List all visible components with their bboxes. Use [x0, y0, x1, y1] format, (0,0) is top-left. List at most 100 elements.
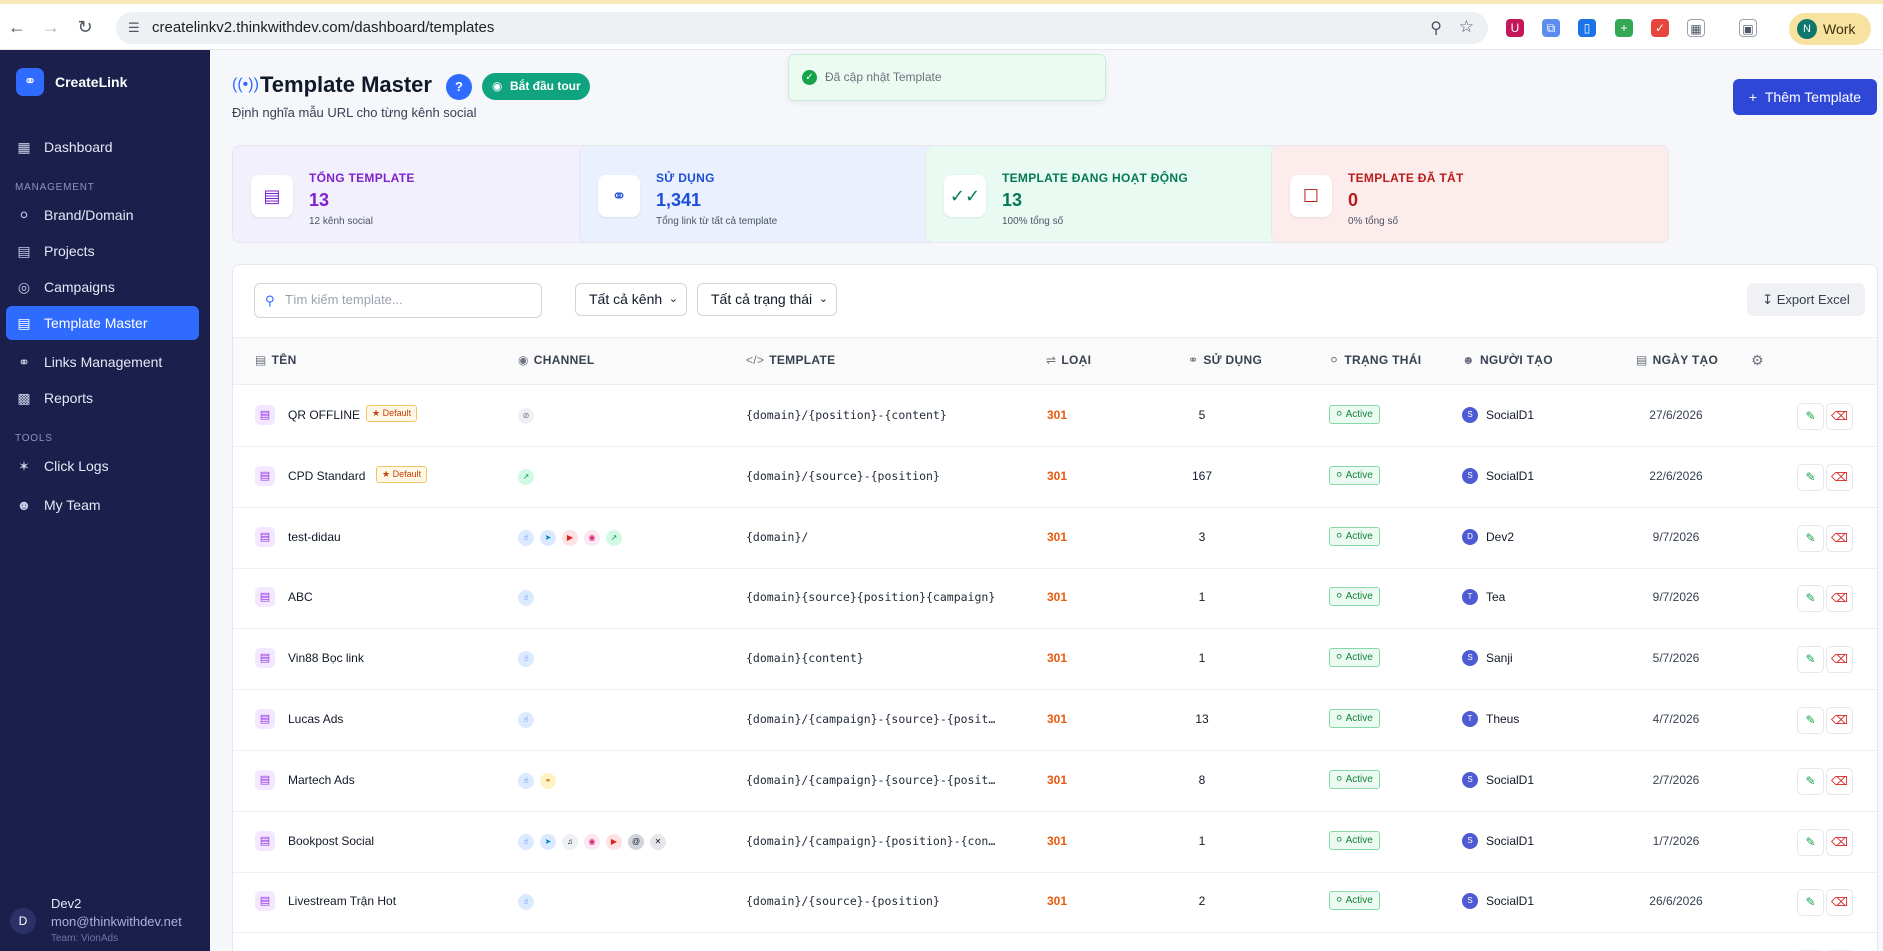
redirect-type: 301 — [1047, 529, 1068, 544]
column-header-created-date[interactable]: ▤ NGÀY TẠO — [1636, 353, 1718, 367]
start-tour-button[interactable]: ◉ Bắt đầu tour — [482, 73, 590, 100]
profile-chip[interactable]: N Work — [1789, 13, 1871, 45]
template-name[interactable]: Martech Ads — [288, 773, 355, 787]
column-header-type[interactable]: ⇌ LOẠI — [1046, 353, 1091, 367]
edit-button[interactable]: ✎ — [1797, 828, 1824, 856]
table-row[interactable]: ▤ CPD Standard ★ Default ↗ {domain}/{source}… — [233, 447, 1877, 508]
add-template-button[interactable]: + Thêm Template — [1733, 79, 1877, 115]
search-input[interactable] — [285, 292, 535, 307]
edit-button[interactable]: ✎ — [1797, 889, 1824, 917]
url-text[interactable]: createlinkv2.thinkwithdev.com/dashboard/… — [152, 19, 494, 36]
user-profile[interactable]: D Dev2 mon@thinkwithdev.net Team: VionAd… — [0, 888, 210, 951]
delete-button[interactable]: ⌫ — [1826, 707, 1853, 734]
table-row[interactable]: ▤ Bookpost Social ☝ ➤ ♫ ◉ ▶ @ ✕ {domain}/{campaig… — [233, 812, 1877, 873]
sidebar-item-brand-domain[interactable]: ⚪ Brand/Domain — [6, 198, 199, 232]
template-name[interactable]: Lucas Ads — [288, 712, 343, 726]
site-settings-icon[interactable]: ☰ — [128, 20, 144, 36]
delete-button[interactable]: ⌫ — [1826, 828, 1853, 856]
column-header-creator[interactable]: ☻ NGƯỜI TẠO — [1462, 353, 1553, 367]
status-label: Active — [1345, 895, 1373, 907]
created-date: 27/6/2026 — [1649, 408, 1703, 422]
sidebar-item-template-master[interactable]: ▤ Template Master — [6, 306, 199, 340]
column-header-channel[interactable]: ◉ CHANNEL — [518, 353, 595, 367]
edit-button[interactable]: ✎ — [1797, 767, 1824, 795]
bookmark-star-icon[interactable]: ☆ — [1459, 17, 1474, 37]
edit-button[interactable]: ✎ — [1797, 524, 1824, 552]
template-name[interactable]: CPD Standard — [288, 469, 365, 483]
delete-button[interactable]: ⌫ — [1826, 403, 1853, 430]
pencil-icon: ✎ — [1805, 713, 1816, 727]
channel-filter-select[interactable]: Tất cả kênh ⌄ — [575, 283, 687, 316]
reload-icon[interactable]: ↻ — [74, 16, 96, 38]
extension-plus-icon[interactable]: + — [1615, 19, 1633, 37]
table-row[interactable]: ▤ Lucas Ads ☝ {domain}/{campaign}-{source}-… — [233, 690, 1877, 751]
usage-count: 1 — [1198, 833, 1206, 848]
column-label: LOẠI — [1061, 353, 1092, 367]
zoom-icon[interactable]: ⚲ — [1430, 18, 1442, 38]
table-row[interactable]: ▤social inhouse☝➤♫✕◉▶@{domain}/{source}-… — [233, 933, 1877, 951]
column-header-name[interactable]: ▤ TÊN — [255, 353, 297, 367]
template-name[interactable]: QR OFFLINE — [288, 408, 360, 422]
delete-button[interactable]: ⌫ — [1826, 646, 1853, 674]
edit-button[interactable]: ✎ — [1797, 707, 1824, 734]
extension-shield-icon[interactable]: U — [1506, 19, 1524, 37]
template-name[interactable]: Bookpost Social — [288, 834, 374, 848]
delete-button[interactable]: ⌫ — [1826, 767, 1853, 795]
youtube-icon: ▶ — [606, 833, 622, 850]
table-row[interactable]: ▤ Livestream Trận Hot ☝ {domain}/{source}-{… — [233, 872, 1877, 934]
column-label: NGÀY TẠO — [1652, 353, 1719, 367]
table-row[interactable]: ▤ ABC ☝ {domain}{source}{position}{campaign… — [233, 568, 1877, 630]
sidebar-item-projects[interactable]: ▤ Projects — [6, 234, 199, 268]
search-box[interactable]: ⚲ — [254, 283, 542, 318]
delete-button[interactable]: ⌫ — [1826, 585, 1853, 613]
delete-button[interactable]: ⌫ — [1826, 889, 1853, 917]
sidebar-item-click-logs[interactable]: ✶ Click Logs — [6, 449, 199, 483]
extension-phone-icon[interactable]: ▯ — [1578, 19, 1596, 37]
column-header-template[interactable]: </> TEMPLATE — [746, 353, 835, 367]
export-excel-button[interactable]: ↧ Export Excel — [1747, 283, 1865, 316]
stat-label: SỬ DỤNG — [656, 171, 715, 185]
thumbs-up-icon: ☝ — [518, 712, 534, 728]
column-header-status[interactable]: ⚪ TRẠNG THÁI — [1329, 353, 1421, 367]
sidebar-item-dashboard[interactable]: ▦ Dashboard — [6, 130, 199, 164]
edit-button[interactable]: ✎ — [1797, 403, 1824, 430]
status-label: Active — [1345, 469, 1373, 481]
delete-button[interactable]: ⌫ — [1826, 524, 1853, 552]
sidebar-item-reports[interactable]: ▩ Reports — [6, 381, 199, 415]
extension-copy-icon[interactable]: ⧉ — [1542, 19, 1560, 37]
template-name[interactable]: ABC — [288, 590, 313, 604]
back-icon[interactable]: ← — [6, 16, 28, 38]
address-bar[interactable]: ☰ createlinkv2.thinkwithdev.com/dashboar… — [116, 12, 1488, 44]
table-row[interactable]: ▤ Vin88 Bọc link ☝ {domain}{content} 301 1 ⚪ A… — [233, 629, 1877, 691]
table-row[interactable]: ▤ test-didau ☝ ➤ ▶ ◉ ↗ {domain}/ 301 3 ⚪ Active D De… — [233, 508, 1877, 569]
table-row[interactable]: ▤ QR OFFLINE ★ Default ⊘ {domain}/{position}… — [233, 386, 1877, 447]
stat-subtext: 12 kênh social — [309, 216, 373, 227]
help-button[interactable]: ? — [446, 74, 472, 100]
link-icon: ⚭ — [18, 354, 30, 370]
screen-cast-icon[interactable]: ▣ — [1739, 19, 1757, 37]
stat-subtext: Tổng link từ tất cả template — [656, 216, 778, 227]
extension-tool-icon[interactable]: ✓ — [1651, 19, 1669, 37]
usage-count: 8 — [1198, 772, 1206, 787]
link-logo-icon: ⚭ — [16, 68, 44, 96]
extensions-puzzle-icon[interactable]: ▦ — [1687, 19, 1705, 37]
default-badge-label: Default — [382, 408, 412, 418]
template-name[interactable]: Vin88 Bọc link — [288, 651, 364, 665]
status-filter-select[interactable]: Tất cả trạng thái ⌄ — [697, 283, 837, 316]
sidebar-item-links-management[interactable]: ⚭ Links Management — [6, 345, 199, 379]
edit-button[interactable]: ✎ — [1797, 646, 1824, 674]
template-name[interactable]: Livestream Trận Hot — [288, 894, 396, 908]
table-row[interactable]: ▤ Martech Ads ☝ ⚭ {domain}/{campaign}-{sourc… — [233, 751, 1877, 812]
delete-button[interactable]: ⌫ — [1826, 463, 1853, 491]
column-header-usage[interactable]: ⚭ SỬ DỤNG — [1188, 353, 1262, 367]
column-settings-gear-icon[interactable]: ⚙ — [1751, 352, 1764, 369]
sidebar-item-campaigns[interactable]: ◎ Campaigns — [6, 270, 199, 304]
template-name[interactable]: test-didau — [288, 530, 341, 544]
created-date: 4/7/2026 — [1652, 712, 1700, 726]
code-icon: </> — [746, 353, 765, 367]
edit-button[interactable]: ✎ — [1797, 585, 1824, 613]
forward-icon[interactable]: → — [40, 16, 62, 38]
avatar: D — [1462, 528, 1478, 545]
sidebar-item-my-team[interactable]: ☻ My Team — [6, 488, 199, 522]
edit-button[interactable]: ✎ — [1797, 463, 1824, 491]
